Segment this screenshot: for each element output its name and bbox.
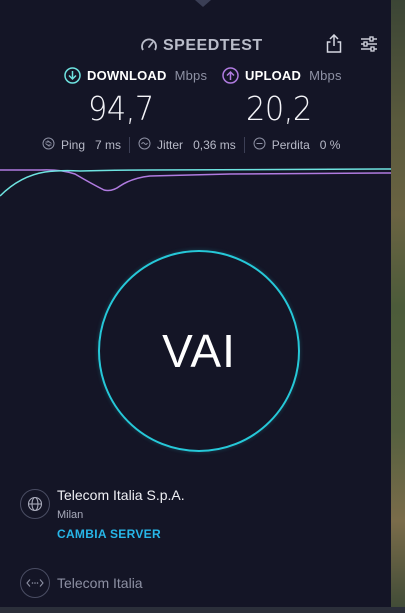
ping-icon bbox=[42, 137, 55, 153]
ping-value: 7 ms bbox=[95, 138, 122, 152]
server-name: Telecom Italia S.p.A. bbox=[57, 487, 185, 503]
panel-notch bbox=[195, 0, 211, 7]
jitter-icon bbox=[138, 137, 151, 153]
upload-label: UPLOAD bbox=[245, 68, 302, 83]
sliders-icon bbox=[360, 35, 378, 57]
latency-stats: Ping 7 ms Jitter 0,36 ms Perdita 0 % bbox=[42, 137, 340, 153]
download-value: 94,7 bbox=[88, 89, 154, 128]
speedometer-icon bbox=[140, 37, 158, 55]
stat-divider bbox=[129, 137, 131, 153]
ping-label: Ping bbox=[61, 138, 86, 152]
jitter-label: Jitter bbox=[157, 138, 184, 152]
share-button[interactable] bbox=[323, 33, 345, 59]
background-edge-bottom bbox=[0, 607, 405, 613]
share-icon bbox=[325, 33, 343, 59]
upload-unit: Mbps bbox=[309, 68, 342, 83]
header: SPEEDTEST bbox=[0, 33, 391, 59]
brand: SPEEDTEST bbox=[140, 37, 263, 55]
go-button[interactable]: VAI bbox=[98, 250, 300, 452]
download-label: DOWNLOAD bbox=[87, 68, 167, 83]
loss-value: 0 % bbox=[319, 138, 341, 152]
packet-loss-icon bbox=[253, 137, 266, 153]
speed-graph bbox=[0, 168, 391, 197]
upload-metric: UPLOAD Mbps 20,2 bbox=[222, 67, 342, 128]
background-edge bbox=[391, 0, 405, 613]
upload-arrow-icon bbox=[222, 67, 239, 84]
upload-value: 20,2 bbox=[246, 89, 312, 128]
settings-button[interactable] bbox=[358, 35, 380, 57]
isp-info: Telecom Italia bbox=[20, 568, 320, 598]
jitter-stat: Jitter 0,36 ms bbox=[138, 137, 236, 153]
upload-graph-line bbox=[0, 169, 391, 192]
loss-label: Perdita bbox=[271, 138, 310, 152]
server-info: Telecom Italia S.p.A. Milan CAMBIA SERVE… bbox=[20, 487, 380, 557]
change-server-link[interactable]: CAMBIA SERVER bbox=[57, 527, 161, 541]
download-unit: Mbps bbox=[174, 68, 208, 83]
download-metric: DOWNLOAD Mbps 94,7 bbox=[64, 67, 207, 128]
loss-stat: Perdita 0 % bbox=[253, 137, 341, 153]
globe-icon bbox=[20, 489, 50, 519]
jitter-value: 0,36 ms bbox=[193, 138, 236, 152]
speedtest-panel: SPEEDTEST DOWNLOAD Mbps 94,7 UPLOAD Mbps… bbox=[0, 0, 392, 607]
download-arrow-icon bbox=[64, 67, 81, 84]
stat-divider bbox=[243, 137, 245, 153]
server-city: Milan bbox=[57, 509, 84, 521]
ping-stat: Ping 7 ms bbox=[42, 137, 121, 153]
go-button-label: VAI bbox=[162, 325, 236, 377]
isp-name: Telecom Italia bbox=[57, 575, 143, 591]
connection-icon bbox=[20, 568, 50, 598]
brand-label: SPEEDTEST bbox=[163, 37, 263, 54]
